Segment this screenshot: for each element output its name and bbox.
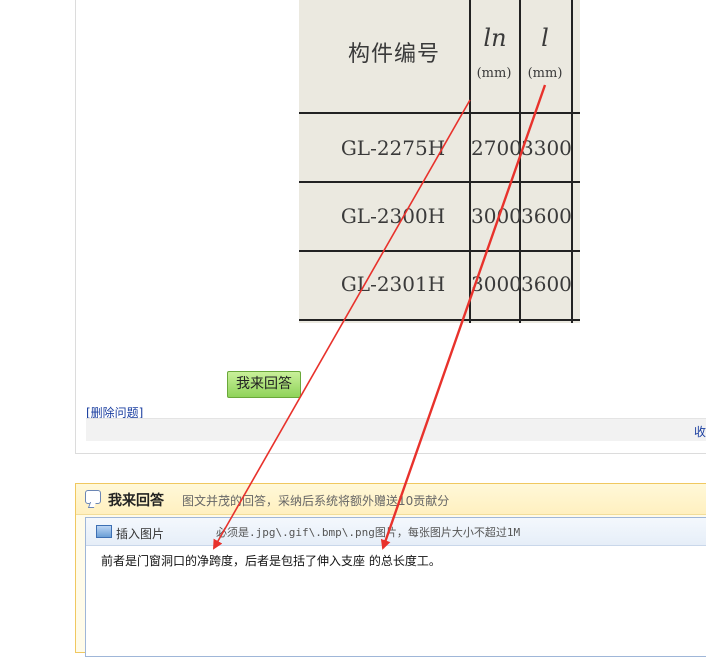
table-cell-code: GL-2301H: [340, 272, 446, 296]
collect-link[interactable]: 收: [694, 423, 706, 440]
table-cell-code: GL-2300H: [340, 204, 446, 228]
editor-content[interactable]: 前者是门窗洞口的净跨度，后者是包括了伸入支座 的总长度工。: [101, 552, 441, 569]
table-header-unit: (mm): [476, 66, 512, 81]
image-icon[interactable]: [96, 525, 112, 538]
table-header-unit: (mm): [527, 66, 563, 81]
table-cell-code: GL-2275H: [340, 136, 446, 160]
answer-header: 我来回答 图文并茂的回答，采纳后系统将额外赠送10贡献分: [76, 484, 706, 515]
speech-bubble-icon: [85, 490, 101, 504]
upload-hint: 必须是.jpg\.gif\.bmp\.png图片，每张图片大小不超过1M: [216, 526, 521, 539]
answer-editor[interactable]: 插入图片 必须是.jpg\.gif\.bmp\.png图片，每张图片大小不超过1…: [85, 517, 706, 657]
table-rule: [299, 250, 580, 252]
table-cell-ln: 3000: [471, 204, 522, 228]
answer-panel: 我来回答 图文并茂的回答，采纳后系统将额外赠送10贡献分 插入图片 必须是.jp…: [75, 483, 706, 657]
table-cell-l: 3600: [521, 272, 572, 296]
table-header-code: 构件编号: [347, 42, 440, 67]
editor-toolbar: 插入图片 必须是.jpg\.gif\.bmp\.png图片，每张图片大小不超过1…: [86, 518, 706, 546]
table-cell-ln: 3000: [471, 272, 522, 296]
table-cell-l: 3600: [521, 204, 572, 228]
question-footer: 收: [86, 418, 706, 441]
table-cell-ln: 2700: [471, 136, 522, 160]
table-rule: [299, 181, 580, 183]
answer-panel-title: 我来回答: [108, 493, 164, 509]
question-table-image: 构件编号 ln (mm) l (mm) GL-2275H 2700 3300 G…: [299, 0, 580, 323]
insert-image-button[interactable]: 插入图片: [116, 525, 164, 542]
table-cell-l: 3300: [521, 136, 572, 160]
answer-button[interactable]: 我来回答: [227, 371, 301, 398]
table-header-ln: ln: [483, 24, 507, 52]
answer-panel-subtitle: 图文并茂的回答，采纳后系统将额外赠送10贡献分: [182, 494, 450, 508]
table-rule: [299, 319, 580, 321]
table-rule: [299, 112, 580, 114]
table-header-l: l: [541, 24, 549, 52]
question-panel: 构件编号 ln (mm) l (mm) GL-2275H 2700 3300 G…: [75, 0, 706, 454]
